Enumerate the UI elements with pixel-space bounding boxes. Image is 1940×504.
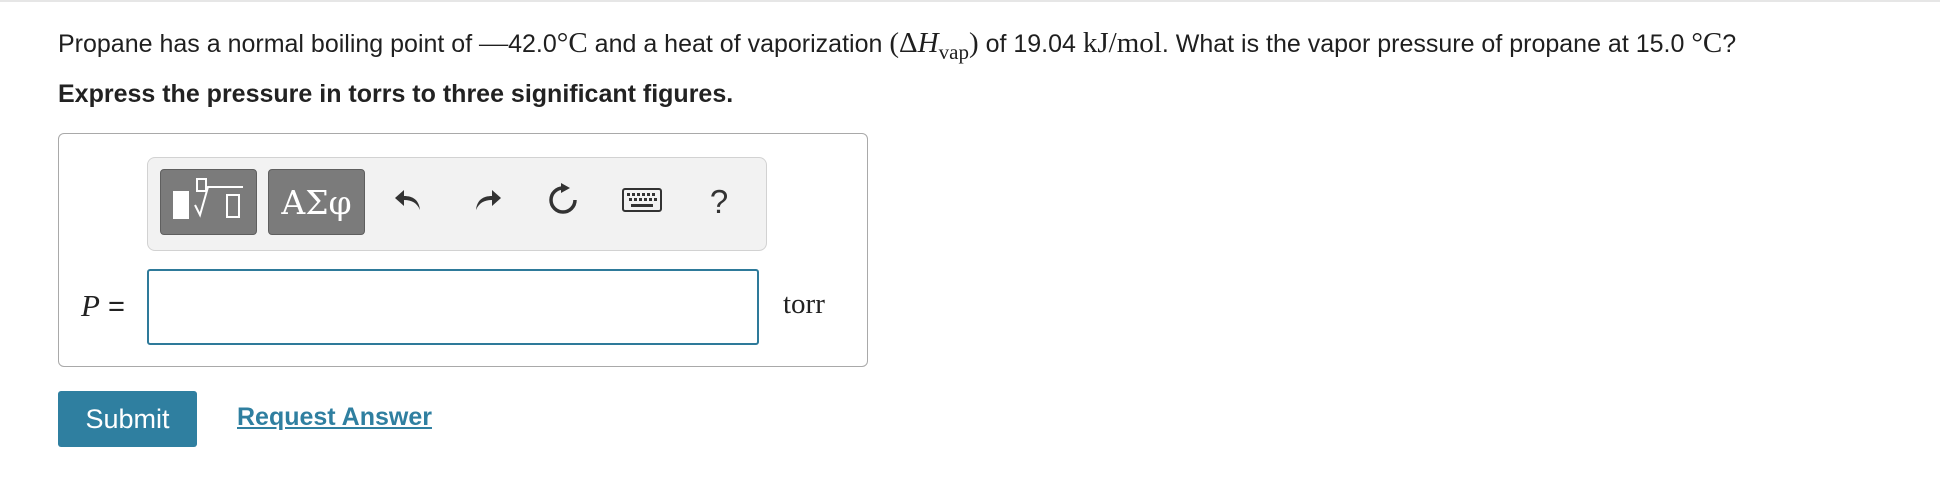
- question-segment: Propane has a normal boiling point of: [58, 30, 480, 58]
- unit-label: torr: [783, 288, 825, 320]
- question-segment: of 19.04: [978, 30, 1083, 58]
- question-text: Propane has a normal boiling point of —4…: [58, 26, 1736, 69]
- top-divider: [0, 0, 1940, 2]
- math-toolbar: ΑΣφ ?: [147, 157, 767, 251]
- submit-button[interactable]: Submit: [58, 391, 197, 447]
- kjmol-unit: kJ/mol: [1082, 27, 1162, 59]
- keyboard-button[interactable]: [619, 179, 665, 225]
- request-answer-link[interactable]: Request Answer: [237, 403, 432, 432]
- redo-icon: [470, 183, 504, 222]
- enthalpy-subscript: vap: [938, 40, 969, 64]
- enthalpy-symbol: H: [917, 27, 939, 59]
- keyboard-icon: [622, 187, 662, 218]
- question-segment: and a heat of vaporization: [587, 30, 890, 58]
- question-mark: ?: [1722, 30, 1737, 58]
- degree-symbol: °: [556, 27, 569, 59]
- question-segment: . What is the vapor pressure of propane …: [1161, 30, 1692, 58]
- undo-button[interactable]: [386, 179, 432, 225]
- templates-button[interactable]: [160, 169, 257, 235]
- celsius-unit: C: [568, 27, 588, 59]
- degree-symbol: °: [1691, 27, 1703, 59]
- celsius-unit: C: [1702, 27, 1723, 59]
- answer-panel: ΑΣφ ? P = torr: [58, 133, 868, 367]
- instruction-text: Express the pressure in torrs to three s…: [58, 80, 734, 108]
- pressure-answer-input[interactable]: [147, 269, 759, 345]
- reset-icon: [544, 181, 582, 224]
- paren-close: ): [968, 27, 979, 59]
- answer-variable-label: P =: [81, 288, 125, 324]
- undo-icon: [392, 183, 426, 222]
- redo-button[interactable]: [464, 179, 510, 225]
- equals-sign: =: [99, 291, 125, 323]
- delta-symbol: Δ: [899, 27, 918, 59]
- paren-open: (: [889, 27, 900, 59]
- variable-symbol: P: [81, 288, 100, 323]
- reset-button[interactable]: [540, 179, 586, 225]
- help-button[interactable]: ?: [696, 179, 742, 225]
- templates-icon: [169, 175, 249, 230]
- boiling-point-value: 42.0: [508, 30, 557, 58]
- greek-symbols-button[interactable]: ΑΣφ: [268, 169, 365, 235]
- minus-sign: —: [479, 27, 509, 59]
